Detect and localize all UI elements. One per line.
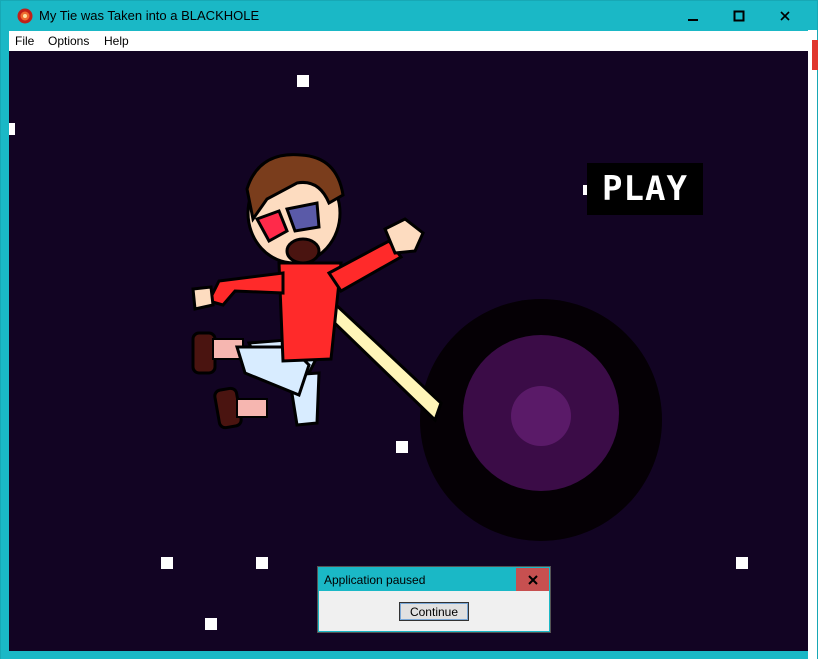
window-edge-accent [812,40,818,70]
title-bar[interactable]: My Tie was Taken into a BLACKHOLE [1,1,809,31]
game-canvas[interactable]: PLAY [9,51,809,651]
star [9,123,15,135]
maximize-button[interactable] [716,1,762,31]
dialog-close-button[interactable] [516,568,549,591]
star [736,557,748,569]
star [205,618,217,630]
play-button[interactable]: PLAY [587,163,703,215]
maximize-icon [733,10,745,22]
minimize-button[interactable] [670,1,716,31]
menu-help[interactable]: Help [104,34,129,48]
app-window: My Tie was Taken into a BLACKHOLE File O… [0,0,818,661]
star [256,557,268,569]
close-icon [527,574,538,585]
star [161,557,173,569]
menu-bar: File Options Help [9,31,809,51]
window-edge [808,30,817,659]
menu-options[interactable]: Options [48,34,89,48]
continue-button[interactable]: Continue [399,602,469,621]
close-icon [780,11,790,21]
dialog-title: Application paused [324,573,426,587]
paused-dialog: Application paused Continue [318,567,550,632]
minimize-icon [688,19,698,21]
app-icon [17,8,33,24]
menu-file[interactable]: File [15,34,34,48]
dialog-title-bar[interactable]: Application paused [319,568,549,591]
close-button[interactable] [762,1,808,31]
star [297,75,309,87]
window-title: My Tie was Taken into a BLACKHOLE [39,8,260,23]
play-label: PLAY [602,169,688,209]
character-graphic [191,153,443,430]
